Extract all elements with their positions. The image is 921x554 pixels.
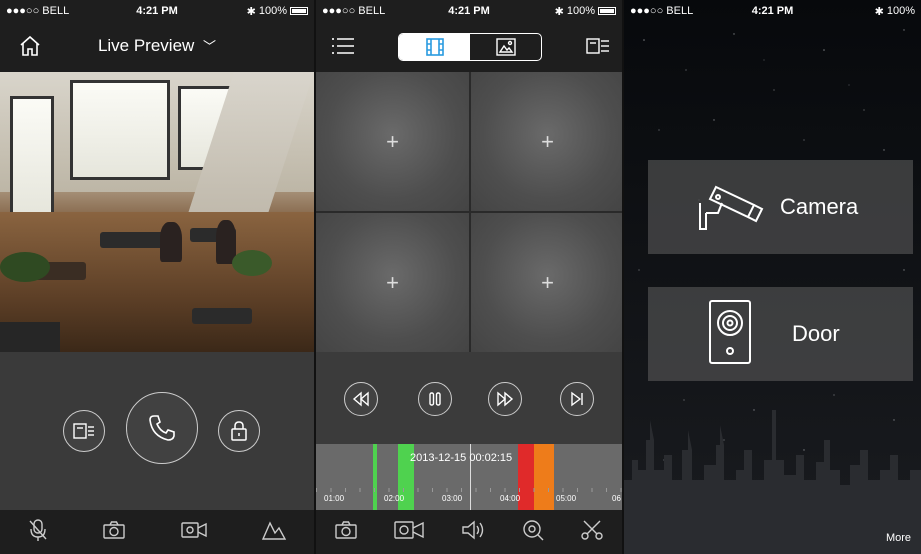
camera-tile[interactable]: Camera	[648, 160, 913, 254]
playback-timeline[interactable]: 2013-12-15 00:02:15 01:00 02:00 03:00 04…	[316, 444, 622, 510]
bluetooth-icon: ✱	[554, 5, 564, 18]
device-list-icon[interactable]	[586, 36, 610, 61]
split-view-button[interactable]	[63, 410, 105, 452]
camera-grid: + + + +	[316, 72, 622, 352]
live-preview-screen: ●●●○○ BELL 4:21 PM ✱ 100% Live Preview ﹀	[0, 0, 314, 554]
home-screen: ●●●○○ BELL 4:21 PM ✱ 100% Camera Door Mo…	[622, 0, 921, 554]
unlock-button[interactable]	[218, 410, 260, 452]
live-video-feed[interactable]	[0, 72, 314, 352]
chevron-down-icon: ﹀	[203, 39, 217, 54]
next-frame-button[interactable]	[560, 382, 594, 416]
video-record-icon[interactable]	[393, 519, 425, 546]
bottom-toolbar	[316, 510, 622, 554]
status-bar: ●●●○○ BELL 4:21 PM ✱ 100%	[624, 0, 921, 22]
carrier-label: ●●●○○ BELL	[322, 5, 386, 17]
monitor-list-icon	[73, 423, 94, 439]
starfield-skyline-background	[624, 0, 921, 554]
time-tick: 05:00	[556, 494, 577, 503]
doorbell-icon	[708, 299, 752, 370]
playback-screen: ●●●○○ BELL 4:21 PM ✱ 100% + + + + 2013-1…	[314, 0, 622, 554]
battery-icon	[290, 7, 308, 15]
record-segment	[518, 444, 534, 510]
time-tick: 01:00	[324, 494, 345, 503]
tab-picture[interactable]	[470, 34, 541, 60]
time-tick: 04:00	[500, 494, 521, 503]
timeline-timestamp: 2013-12-15 00:02:15	[410, 452, 513, 464]
carrier-label: ●●●○○ BELL	[6, 5, 70, 17]
add-channel-cell[interactable]: +	[471, 72, 622, 211]
fast-forward-button[interactable]	[488, 382, 522, 416]
rewind-icon	[352, 391, 369, 407]
battery-percent: 100%	[886, 5, 915, 17]
playback-controls	[316, 352, 622, 444]
video-record-icon[interactable]	[180, 520, 208, 545]
more-link[interactable]: More	[886, 532, 911, 544]
mountain-icon[interactable]	[261, 519, 287, 546]
door-label: Door	[792, 321, 840, 346]
security-camera-icon	[696, 177, 766, 238]
battery-percent: 100%	[258, 5, 287, 17]
call-button[interactable]	[126, 392, 198, 464]
page-title-dropdown[interactable]: Live Preview ﹀	[0, 36, 314, 56]
record-segment	[373, 444, 377, 510]
menu-list-icon[interactable]	[330, 36, 356, 61]
status-time: 4:21 PM	[448, 5, 490, 17]
status-time: 4:21 PM	[136, 5, 178, 17]
navigation-bar: Live Preview ﹀	[0, 22, 314, 72]
status-bar: ●●●○○ BELL 4:21 PM ✱ 100%	[0, 0, 314, 22]
camera-label: Camera	[780, 194, 859, 219]
battery-icon	[598, 7, 616, 15]
lock-icon	[231, 421, 247, 441]
call-controls	[0, 352, 314, 510]
pause-button[interactable]	[418, 382, 452, 416]
rewind-button[interactable]	[344, 382, 378, 416]
page-title: Live Preview	[97, 36, 195, 55]
snapshot-camera-icon[interactable]	[102, 520, 126, 545]
add-channel-cell[interactable]: +	[471, 213, 622, 352]
microphone-icon[interactable]	[27, 518, 49, 547]
pause-icon	[429, 392, 441, 406]
bluetooth-icon: ✱	[246, 5, 256, 18]
bluetooth-icon: ✱	[874, 5, 884, 18]
next-frame-icon	[571, 391, 583, 407]
phone-icon	[149, 415, 175, 441]
scissors-icon[interactable]	[580, 519, 604, 546]
battery-percent: 100%	[566, 5, 595, 17]
navigation-bar	[316, 22, 622, 72]
status-bar: ●●●○○ BELL 4:21 PM ✱ 100%	[316, 0, 622, 22]
record-segment	[534, 444, 554, 510]
bottom-toolbar	[0, 510, 314, 554]
speaker-icon[interactable]	[460, 519, 486, 546]
tab-video[interactable]	[399, 34, 470, 60]
door-tile[interactable]: Door	[648, 287, 913, 381]
fast-forward-icon	[497, 391, 514, 407]
time-tick: 03:00	[442, 494, 463, 503]
image-icon	[495, 38, 516, 56]
mode-segmented-control	[398, 33, 542, 61]
time-tick: 02:00	[384, 494, 405, 503]
status-time: 4:21 PM	[751, 5, 794, 17]
time-tick: 06	[612, 494, 621, 503]
add-channel-cell[interactable]: +	[316, 213, 469, 352]
add-channel-cell[interactable]: +	[316, 72, 469, 211]
search-record-icon[interactable]	[521, 518, 545, 547]
film-icon	[425, 38, 444, 56]
snapshot-camera-icon[interactable]	[334, 520, 358, 545]
